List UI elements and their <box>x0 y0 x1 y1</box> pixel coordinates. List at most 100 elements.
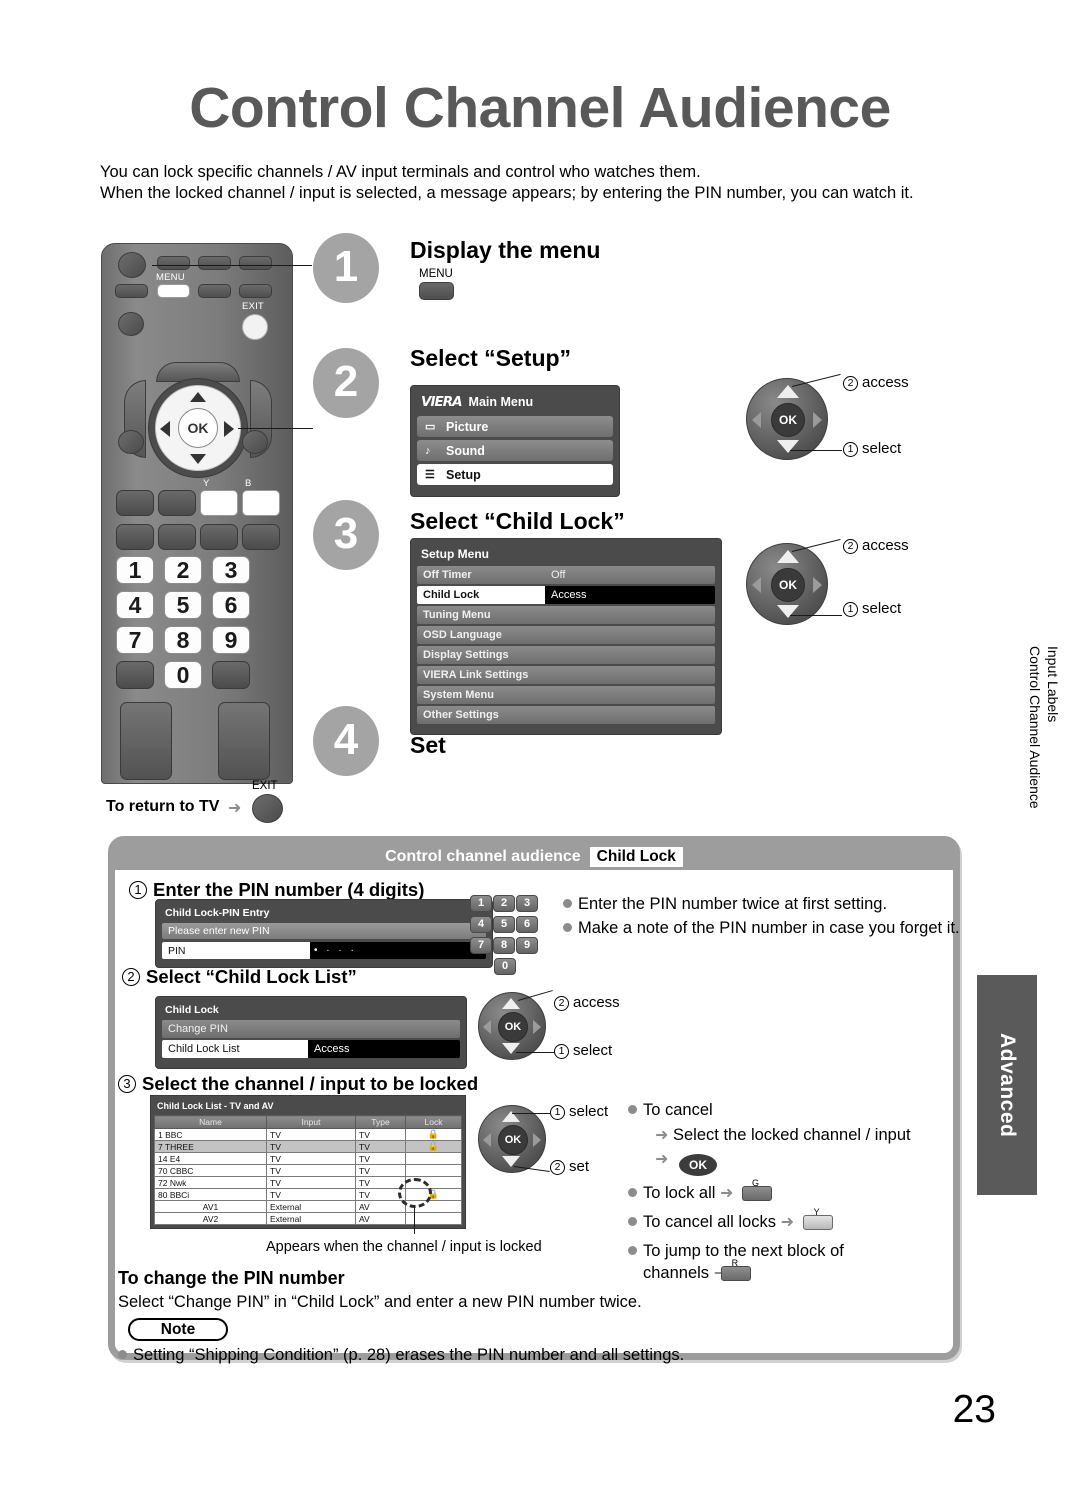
remote-dpad: OK <box>124 362 272 486</box>
child-lock-osd-title: Child Lock <box>165 1004 219 1016</box>
row-input: TV <box>265 1140 357 1153</box>
dpad-down-arrow-icon-4 <box>502 1156 520 1167</box>
remote-colour-b-label: B <box>245 478 252 489</box>
sub3-bullet-to-cancel: To cancel <box>628 1099 713 1121</box>
row-type: TV <box>355 1176 406 1189</box>
row-name: 7 THREE <box>154 1140 267 1153</box>
column-header-name: Name <box>154 1115 267 1129</box>
sidebar-section-tab-advanced[interactable]: Advanced <box>977 975 1037 1195</box>
remote-power-button <box>118 252 146 278</box>
setup-row-display-settings[interactable]: Display Settings <box>417 646 715 664</box>
row-name: 72 Nwk <box>154 1176 267 1189</box>
setup-row-tuning-menu[interactable]: Tuning Menu <box>417 606 715 624</box>
table-row[interactable]: 7 THREE TV TV 🔒 <box>154 1140 462 1153</box>
dpad-ok-button-4: OK <box>498 1125 528 1155</box>
remote-num-5: 5 <box>164 591 202 619</box>
remote-key-top-2 <box>198 256 231 270</box>
row-input: TV <box>265 1152 357 1165</box>
column-header-lock: Lock <box>405 1115 462 1129</box>
callout-label-select-2: select <box>862 600 902 617</box>
pin-entry-field-row[interactable]: PIN • · · · <box>162 942 486 959</box>
setup-row-display-settings-label: Display Settings <box>417 646 545 664</box>
main-menu-item-picture[interactable]: ▭ Picture <box>417 416 613 437</box>
remote-side-button-left-2 <box>118 430 144 454</box>
child-lock-row-change-pin[interactable]: Change PIN <box>162 1020 460 1038</box>
leader-step3-select <box>790 615 842 616</box>
setup-row-viera-link-settings-value <box>545 666 715 684</box>
table-row[interactable]: 14 E4 TV TV <box>154 1152 462 1165</box>
setup-row-other-settings[interactable]: Other Settings <box>417 706 715 724</box>
table-row[interactable]: AV2 External AV <box>154 1212 462 1225</box>
section-1-bullet-2: Make a note of the PIN number in case yo… <box>563 917 963 939</box>
setup-row-off-timer-value: Off <box>545 566 715 584</box>
remote-num-9: 9 <box>212 626 250 654</box>
dpad-right-arrow-icon-2 <box>813 577 822 593</box>
keypad-key-8: 8 <box>493 937 515 954</box>
remote-colour-y-label: Y <box>203 478 210 489</box>
callout-number-2b: 2 <box>843 539 858 554</box>
subsection-2-number: 2 <box>122 968 140 986</box>
change-pin-heading: To change the PIN number <box>118 1268 345 1288</box>
arrow-icon-3: ➜ <box>720 1185 734 1202</box>
main-menu-item-setup[interactable]: ☰ Setup <box>417 464 613 485</box>
remote-ok-button: OK <box>178 408 218 448</box>
table-row[interactable]: 1 BBC TV TV 🔒 <box>154 1128 462 1141</box>
sub3-subbullet-select-locked-text: Select the locked channel / input <box>673 1126 911 1144</box>
remote-menu-button <box>157 284 190 298</box>
row-name: AV2 <box>154 1212 267 1225</box>
table-row[interactable]: 70 CBBC TV TV <box>154 1164 462 1177</box>
row-type: TV <box>355 1164 406 1177</box>
step-1-menu-caption: MENU <box>419 268 453 280</box>
bullet-dot-icon-2 <box>563 923 572 932</box>
remote-menu-label: MENU <box>156 272 185 283</box>
main-menu-item-sound[interactable]: ♪ Sound <box>417 440 613 461</box>
callout-label-access: access <box>862 374 909 391</box>
colour-key-y-label: Y <box>813 1207 820 1217</box>
leader-sub2-select <box>516 1052 554 1053</box>
sidebar-rotated-label: Input Labels Control Channel Audience <box>1027 646 1061 809</box>
sub3-bullet-lock-all-text: To lock all <box>643 1184 716 1202</box>
column-header-input: Input <box>265 1115 357 1129</box>
setup-row-tuning-menu-value <box>545 606 715 624</box>
remote-num-0: 0 <box>164 661 202 689</box>
subsection-3-callout-set: 2 set <box>550 1158 589 1175</box>
section-1-bullet-1: Enter the PIN number twice at first sett… <box>563 893 963 915</box>
subsection-1-heading: 1 Enter the PIN number (4 digits) <box>129 879 424 901</box>
setup-row-viera-link-settings[interactable]: VIERA Link Settings <box>417 666 715 684</box>
setup-row-system-menu[interactable]: System Menu <box>417 686 715 704</box>
row-input: TV <box>265 1164 357 1177</box>
setup-row-off-timer[interactable]: Off Timer Off <box>417 566 715 584</box>
setup-row-child-lock[interactable]: Child Lock Access <box>417 586 715 604</box>
subsection-2-callout-access: 2 access <box>554 994 620 1011</box>
panel-header-chip: Child Lock <box>589 846 683 867</box>
keypad-key-1: 1 <box>470 895 492 912</box>
remote-fn-key-4 <box>242 524 280 550</box>
remote-key-blank-right <box>212 661 250 689</box>
remote-num-3: 3 <box>212 556 250 584</box>
dpad-ok-button-2: OK <box>771 568 805 602</box>
setup-row-tuning-menu-label: Tuning Menu <box>417 606 545 624</box>
row-lock-empty <box>405 1164 462 1177</box>
dpad-left-arrow-icon <box>752 412 761 428</box>
colour-key-r-icon <box>720 1266 751 1281</box>
dpad-left-arrow-icon-2 <box>752 577 761 593</box>
setup-row-osd-language[interactable]: OSD Language <box>417 626 715 644</box>
arrow-icon-1: ➜ <box>655 1127 669 1144</box>
bullet-dot-icon-6 <box>628 1246 637 1255</box>
child-lock-row-child-lock-list[interactable]: Child Lock List Access <box>162 1040 460 1058</box>
child-lock-row-child-lock-list-label: Child Lock List <box>162 1040 308 1058</box>
row-input: External <box>265 1200 357 1213</box>
remote-num-1: 1 <box>116 556 154 584</box>
callout-number-1a: 1 <box>843 442 858 457</box>
sidebar-section-tab-label: Advanced <box>996 1032 1019 1138</box>
dpad-graphic-2: OK <box>746 543 828 625</box>
dpad-graphic-3: OK <box>478 992 546 1060</box>
sub3-subbullet-select-locked: ➜ Select the locked channel / input <box>655 1124 911 1147</box>
remote-side-button-left-1 <box>118 312 144 336</box>
step-2-number: 2 <box>313 348 379 418</box>
step-3-heading: Select “Child Lock” <box>410 508 625 534</box>
step-2-heading: Select “Setup” <box>410 345 572 371</box>
step-2-callout-access: 2 access <box>843 374 909 391</box>
dpad-arrow-down-icon <box>190 454 206 464</box>
child-lock-row-child-lock-list-value: Access <box>308 1040 460 1058</box>
